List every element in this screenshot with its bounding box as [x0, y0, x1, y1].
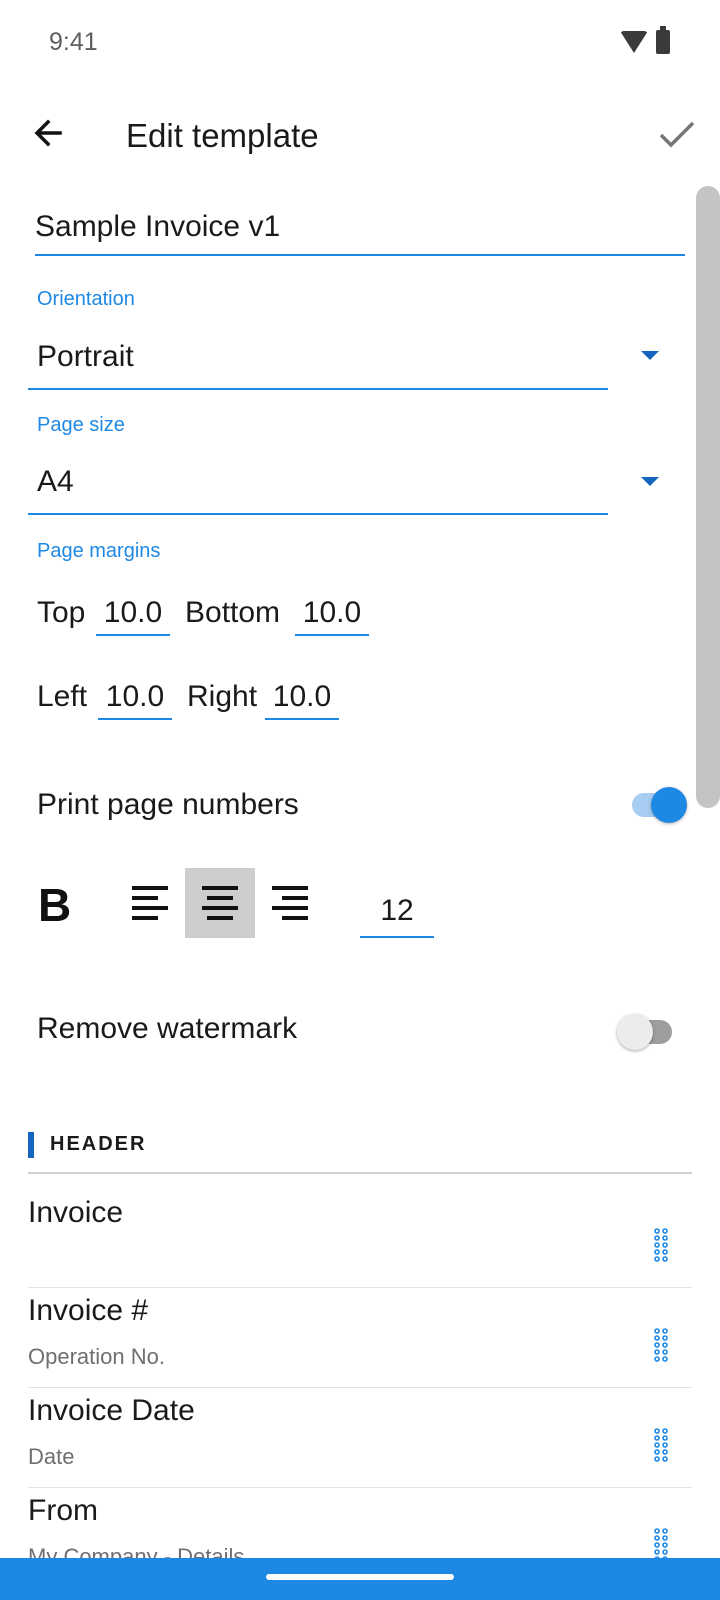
list-item-subtitle: Date	[28, 1444, 75, 1469]
arrow-left-icon	[34, 119, 62, 147]
list-item-title: Invoice Date	[28, 1394, 195, 1427]
toggle-thumb	[617, 1014, 653, 1050]
check-icon	[659, 121, 695, 148]
wifi-icon	[620, 31, 648, 53]
system-nav-bar	[0, 1558, 720, 1600]
list-item-title: Invoice	[28, 1196, 124, 1229]
page-size-value: A4	[37, 465, 74, 498]
margin-right-input[interactable]: 10.0	[265, 672, 339, 720]
margin-bottom-label: Bottom	[185, 596, 281, 629]
app-bar: Edit template	[0, 95, 720, 179]
back-button[interactable]	[30, 113, 70, 153]
list-item-subtitle: Operation No.	[28, 1344, 165, 1369]
list-item-title: Invoice #	[28, 1294, 149, 1327]
align-right-button[interactable]	[255, 868, 325, 938]
list-item[interactable]: Invoice # Operation No.	[28, 1288, 692, 1388]
margin-top-input[interactable]: 10.0	[96, 588, 170, 636]
page-title: Edit template	[126, 117, 319, 154]
status-icons	[620, 26, 670, 54]
margin-left-label: Left	[37, 680, 88, 713]
orientation-label: Orientation	[37, 288, 135, 310]
drag-handle-icon[interactable]	[652, 1428, 670, 1462]
align-left-button[interactable]	[115, 868, 185, 938]
align-right-icon	[272, 886, 308, 920]
section-title-header: HEADER	[50, 1133, 147, 1155]
save-button[interactable]	[655, 115, 699, 155]
align-left-icon	[132, 886, 168, 920]
align-center-icon	[202, 886, 238, 920]
page-size-dropdown[interactable]: A4	[28, 455, 608, 515]
list-item-title: From	[28, 1494, 98, 1527]
page-margins-label: Page margins	[37, 540, 161, 562]
home-gesture-handle[interactable]	[266, 1574, 454, 1580]
battery-icon	[656, 26, 670, 54]
template-name-input[interactable]: Sample Invoice v1	[35, 206, 685, 256]
list-item[interactable]: Invoice Date Date	[28, 1388, 692, 1488]
divider	[28, 1172, 692, 1174]
margin-top-label: Top	[37, 596, 86, 629]
print-page-numbers-label: Print page numbers	[37, 788, 299, 821]
status-time: 9:41	[49, 28, 98, 56]
toggle-thumb	[651, 787, 687, 823]
bold-button[interactable]: B	[38, 878, 71, 932]
scrollbar[interactable]	[696, 186, 720, 808]
drag-handle-icon[interactable]	[652, 1228, 670, 1262]
margin-right-label: Right	[187, 680, 258, 713]
orientation-dropdown[interactable]: Portrait	[28, 330, 608, 390]
margins-row-top-bottom: Top 10.0 Bottom 10.0	[37, 588, 397, 638]
font-size-input[interactable]: 12	[360, 882, 434, 938]
align-center-button[interactable]	[185, 868, 255, 938]
chevron-down-icon[interactable]	[641, 351, 659, 360]
drag-handle-icon[interactable]	[652, 1528, 670, 1562]
remove-watermark-label: Remove watermark	[37, 1012, 298, 1045]
orientation-value: Portrait	[37, 340, 134, 373]
margin-left-input[interactable]: 10.0	[98, 672, 172, 720]
status-bar: 9:41	[0, 0, 720, 88]
page-size-label: Page size	[37, 414, 125, 436]
drag-handle-icon[interactable]	[652, 1328, 670, 1362]
margins-row-left-right: Left 10.0 Right 10.0	[37, 672, 397, 722]
list-item[interactable]: Invoice	[28, 1188, 692, 1288]
section-accent-bar	[28, 1132, 34, 1158]
margin-bottom-input[interactable]: 10.0	[295, 588, 369, 636]
chevron-down-icon[interactable]	[641, 477, 659, 486]
